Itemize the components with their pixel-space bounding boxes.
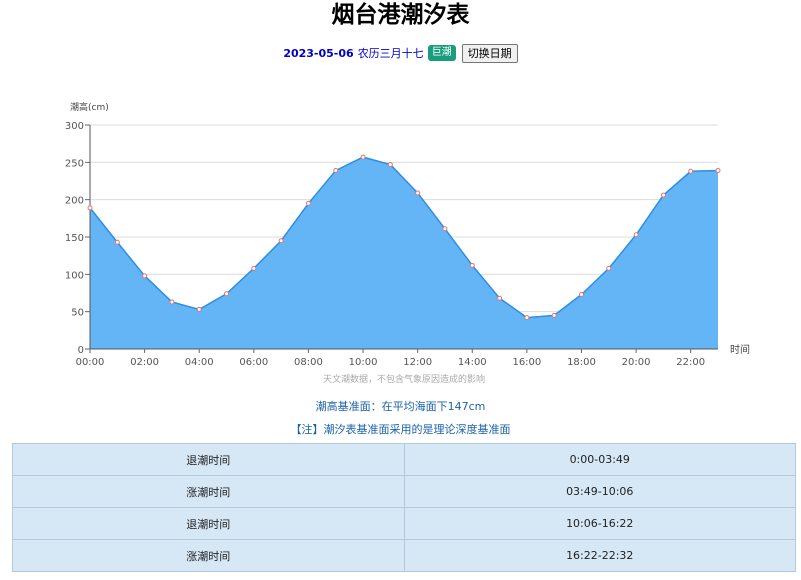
datum-note: 潮高基准面：在平均海面下147cm <box>315 400 486 413</box>
tide-times-table: 退潮时间 0:00-03:49 涨潮时间 03:49-10:06 退潮时间 10:06-1… <box>12 443 796 572</box>
data-point <box>142 273 148 279</box>
tide-area <box>90 157 718 349</box>
data-point <box>469 262 475 268</box>
data-point <box>606 265 612 271</box>
x-axis-label: 时间 <box>730 343 750 356</box>
tide-type-badge: 巨潮 <box>427 45 456 61</box>
x-tick-label: 02:00 <box>130 357 159 368</box>
table-row: 退潮时间 10:06-16:22 <box>12 507 796 540</box>
switch-date-button[interactable]: 切换日期 <box>461 43 518 63</box>
data-point <box>360 154 366 160</box>
chart-footnote: 天文潮数据，不包含气象原因造成的影响 <box>323 373 485 385</box>
tide-phase-cell: 涨潮时间 <box>12 539 405 572</box>
data-point <box>169 299 175 305</box>
data-point <box>578 291 584 297</box>
table-row: 退潮时间 0:00-03:49 <box>12 443 796 476</box>
x-tick-label: 00:00 <box>76 357 105 368</box>
x-tick-label: 08:00 <box>294 357 323 368</box>
data-point <box>278 238 284 244</box>
data-point <box>715 168 721 174</box>
data-point <box>305 200 311 206</box>
data-point <box>114 239 120 245</box>
data-point <box>688 168 694 174</box>
tide-page: 烟台港潮汐表 2023-05-06 农历三月十七 巨潮 切换日期 0 50 100 1… <box>0 0 801 580</box>
data-point <box>251 265 257 271</box>
table-row: 涨潮时间 03:49-10:06 <box>12 475 796 508</box>
y-tick-label: 100 <box>65 270 84 281</box>
data-point <box>633 232 639 238</box>
tide-time-cell: 16:22-22:32 <box>403 539 796 572</box>
tide-time-cell: 0:00-03:49 <box>403 443 796 476</box>
datum-remark: 【注】潮汐表基准面采用的是理论深度基准面 <box>290 423 511 436</box>
x-tick-label: 20:00 <box>622 357 651 368</box>
y-tick-label: 200 <box>65 196 84 207</box>
y-tick-label: 250 <box>65 158 84 169</box>
data-point <box>660 192 666 198</box>
tide-times-body: 退潮时间 0:00-03:49 涨潮时间 03:49-10:06 退潮时间 10:06-1… <box>12 443 796 572</box>
x-tick-label: 04:00 <box>185 357 214 368</box>
date-line: 2023-05-06 农历三月十七 巨潮 切换日期 <box>0 43 801 63</box>
table-row: 涨潮时间 16:22-22:32 <box>12 539 796 572</box>
x-tick-label: 06:00 <box>239 357 268 368</box>
data-point <box>333 168 339 174</box>
y-tick-label: 150 <box>65 233 84 244</box>
date-text: 2023-05-06 <box>283 46 354 60</box>
x-tick-label: 12:00 <box>403 357 432 368</box>
data-point <box>415 190 421 196</box>
x-tick-label: 10:00 <box>349 357 378 368</box>
data-point <box>87 205 93 211</box>
tide-time-cell: 10:06-16:22 <box>403 507 796 540</box>
tide-phase-cell: 退潮时间 <box>12 507 405 540</box>
x-tick-label: 14:00 <box>458 357 487 368</box>
tide-chart: 0 50 100 150 200 250 300 00:00 02:00 04:00 06:00 08… <box>65 101 750 385</box>
x-tick-label: 22:00 <box>676 357 705 368</box>
data-point <box>524 315 530 321</box>
page-title: 烟台港潮汐表 <box>331 2 470 28</box>
y-tick-label: 0 <box>78 345 84 356</box>
y-tick-label: 50 <box>71 308 84 319</box>
data-point <box>224 291 230 297</box>
tide-phase-cell: 退潮时间 <box>12 443 405 476</box>
y-tick-label: 300 <box>65 121 84 132</box>
lunar-date-text: 农历三月十七 <box>357 47 424 60</box>
data-point <box>387 162 393 168</box>
data-point <box>442 226 448 232</box>
x-tick-label: 16:00 <box>512 357 541 368</box>
data-point <box>551 312 557 318</box>
x-tick-label: 18:00 <box>567 357 596 368</box>
data-point <box>196 306 202 312</box>
tide-time-cell: 03:49-10:06 <box>403 475 796 508</box>
tide-phase-cell: 涨潮时间 <box>12 475 405 508</box>
data-point <box>497 295 503 301</box>
y-axis-label: 潮高(cm) <box>70 101 109 113</box>
